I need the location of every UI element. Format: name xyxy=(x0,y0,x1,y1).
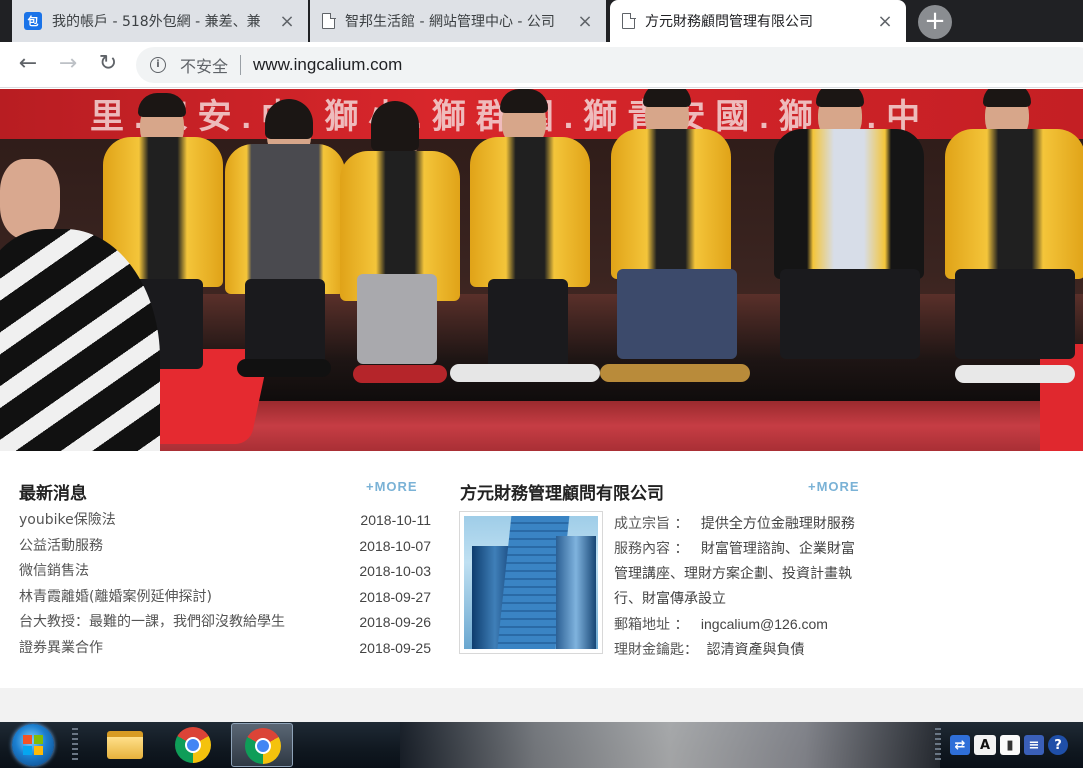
news-item-date: 2018-09-26 xyxy=(359,614,431,631)
news-item-date: 2018-09-25 xyxy=(359,639,431,656)
tab-smartbox[interactable]: 智邦生活館 - 網站管理中心 - 公司 × xyxy=(310,0,606,42)
network-icon[interactable]: ⇄ xyxy=(950,735,970,755)
info-line: 成立宗旨 ： 提供全方位金融理財服務 xyxy=(614,512,874,537)
tab-title: 我的帳戶 - 518外包網 - 兼差、兼 xyxy=(52,14,261,30)
taskbar-grip xyxy=(72,728,78,762)
hand xyxy=(0,159,60,239)
news-list: youbike保險法 2018-10-11 公益活動服務 2018-10-07 … xyxy=(19,511,431,665)
news-more-link[interactable]: +MORE xyxy=(366,479,418,494)
info-label: 成立宗旨 ： xyxy=(614,516,689,532)
info-line: 管理講座、理財方案企劃、投資計畫執 xyxy=(614,562,874,587)
info-value: 管理講座、理財方案企劃、投資計畫執 xyxy=(614,566,852,582)
footer-band xyxy=(0,688,1083,722)
news-item-date: 2018-10-07 xyxy=(359,537,431,554)
document-icon xyxy=(322,12,336,29)
news-item-date: 2018-10-03 xyxy=(359,563,431,580)
divider xyxy=(240,55,242,75)
info-value: 財富管理諮詢、企業財富 xyxy=(700,541,855,557)
news-item-title[interactable]: 台大教授：最難的一課，我們卻沒教給學生 xyxy=(19,613,285,639)
help-icon[interactable]: ? xyxy=(1048,735,1068,755)
chrome-taskbar-button[interactable] xyxy=(162,723,224,767)
info-line: 理財金鑰匙： 認清資產與負債 xyxy=(614,638,874,663)
news-item[interactable]: youbike保險法 2018-10-11 xyxy=(19,511,431,537)
tab-title: 智邦生活館 - 網站管理中心 - 公司 xyxy=(345,14,555,30)
info-label: 理財金鑰匙： xyxy=(614,642,698,658)
news-section-title: 最新消息 xyxy=(19,484,87,504)
start-orb-icon[interactable] xyxy=(12,724,54,766)
close-icon[interactable]: × xyxy=(576,11,594,32)
back-arrow-icon[interactable]: ← xyxy=(14,51,42,79)
tab-active[interactable]: 方元財務顧問管理有限公司 × xyxy=(610,0,906,42)
url-text[interactable]: www.ingcalium.com xyxy=(253,55,402,75)
company-more-link[interactable]: +MORE xyxy=(808,479,860,494)
windows-taskbar: ⇄ A ▮ ≡ ? xyxy=(0,722,1083,768)
news-item-title[interactable]: 林青霞離婚(離婚案例延伸探討) xyxy=(19,588,212,614)
security-status: 不安全 xyxy=(180,57,229,76)
chrome-icon xyxy=(245,728,281,764)
keyboard-icon[interactable]: ▮ xyxy=(1000,735,1020,755)
close-icon[interactable]: × xyxy=(876,11,894,32)
file-explorer-button[interactable] xyxy=(93,723,155,767)
info-value: 行、財富傳承設立 xyxy=(614,591,726,607)
tab-title: 方元財務顧問管理有限公司 xyxy=(645,14,813,30)
document-icon xyxy=(622,12,636,29)
address-bar[interactable]: i 不安全 www.ingcalium.com xyxy=(136,47,1083,83)
news-item[interactable]: 公益活動服務 2018-10-07 xyxy=(19,537,431,563)
news-item-title[interactable]: 公益活動服務 xyxy=(19,537,103,563)
email-link[interactable]: ingcalium@126.com xyxy=(701,616,828,632)
chrome-active-taskbar-button[interactable] xyxy=(231,723,293,767)
new-tab-button[interactable]: + xyxy=(918,5,952,39)
forward-arrow-icon[interactable]: → xyxy=(54,51,82,79)
info-line: 服務內容 ： 財富管理諮詢、企業財富 xyxy=(614,537,874,562)
info-value: 提供全方位金融理財服務 xyxy=(700,516,855,532)
news-item[interactable]: 林青霞離婚(離婚案例延伸探討) 2018-09-27 xyxy=(19,588,431,614)
main-content: 最新消息 +MORE youbike保險法 2018-10-11 公益活動服務 … xyxy=(0,451,1083,688)
chrome-icon xyxy=(175,727,211,763)
tab-518[interactable]: 包 我的帳戶 - 518外包網 - 兼差、兼 × xyxy=(12,0,308,42)
red-chair xyxy=(1040,344,1083,451)
ime-icon[interactable]: A xyxy=(974,735,996,755)
language-bar-icon[interactable]: ≡ xyxy=(1024,735,1044,755)
info-label: 郵箱地址 ： xyxy=(614,617,689,633)
browser-toolbar: ← → ↻ i 不安全 www.ingcalium.com xyxy=(0,42,1083,88)
news-item[interactable]: 台大教授：最難的一課，我們卻沒教給學生 2018-09-26 xyxy=(19,613,431,639)
info-value: 認清資產與負債 xyxy=(706,642,805,658)
reload-icon[interactable]: ↻ xyxy=(94,51,122,79)
company-section-title: 方元財務管理顧問有限公司 xyxy=(460,484,664,504)
taskbar-background-photo xyxy=(400,722,940,768)
info-icon[interactable]: i xyxy=(150,57,166,73)
info-line: 郵箱地址 ： ingcalium@126.com xyxy=(614,612,874,638)
news-item[interactable]: 證券異業合作 2018-09-25 xyxy=(19,639,431,665)
browser-tab-strip: 包 我的帳戶 - 518外包網 - 兼差、兼 × 智邦生活館 - 網站管理中心 … xyxy=(0,0,1083,42)
system-tray: ⇄ A ▮ ≡ ? xyxy=(950,728,1068,762)
news-item-title[interactable]: youbike保險法 xyxy=(19,511,116,537)
518-favicon-icon: 包 xyxy=(24,12,42,30)
news-item-date: 2018-10-11 xyxy=(360,512,431,528)
folder-icon xyxy=(107,731,143,759)
company-building-image xyxy=(459,511,603,654)
info-line: 行、財富傳承設立 xyxy=(614,587,874,612)
info-label: 服務內容 ： xyxy=(614,541,689,557)
news-item-title[interactable]: 微信銷售法 xyxy=(19,562,89,588)
close-icon[interactable]: × xyxy=(278,11,296,32)
news-item-title[interactable]: 證券異業合作 xyxy=(19,639,103,665)
company-info: 成立宗旨 ： 提供全方位金融理財服務 服務內容 ： 財富管理諮詢、企業財富 管理… xyxy=(614,512,874,663)
news-item-date: 2018-09-27 xyxy=(359,588,431,605)
hero-banner-photo: 里.家安.中.獅小.獅群園.獅青安國.獅潭.中 xyxy=(0,89,1083,451)
news-item[interactable]: 微信銷售法 2018-10-03 xyxy=(19,562,431,588)
taskbar-grip xyxy=(935,728,941,762)
